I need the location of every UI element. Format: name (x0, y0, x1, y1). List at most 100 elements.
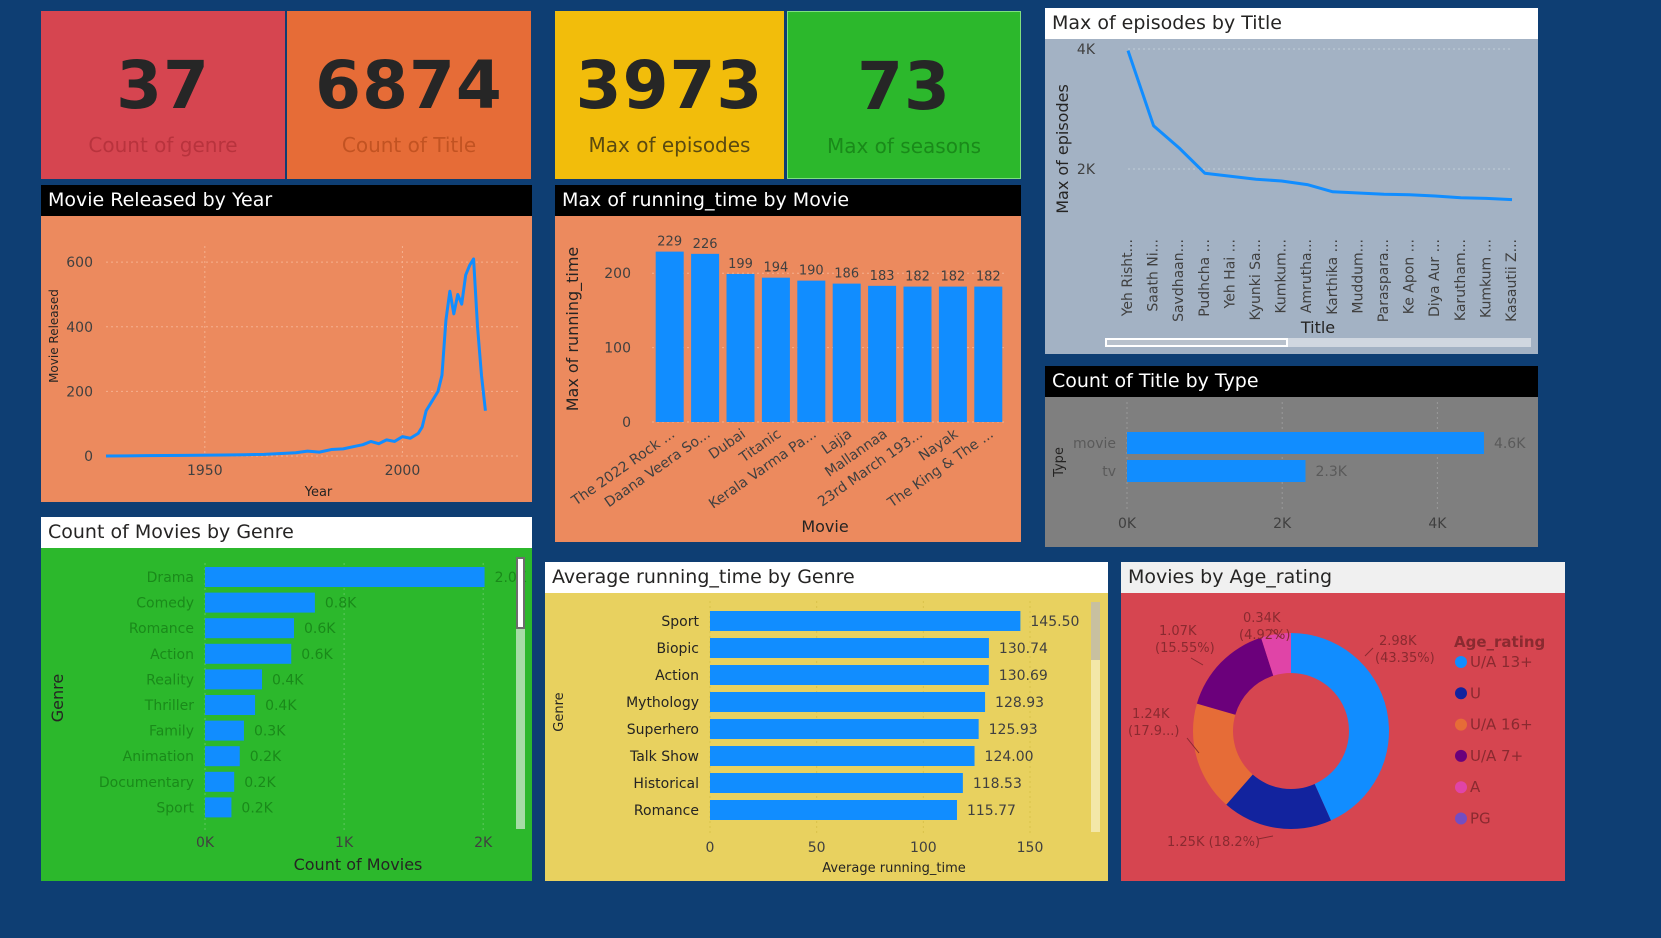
kpi-value: 6874 (315, 47, 503, 124)
x-tick-label: 1950 (187, 463, 223, 479)
card-title-by-type[interactable]: Count of Title by Type 0K 2K 4K 4.6K movie 2.… (1045, 366, 1538, 547)
data-label: 0.8K (325, 596, 357, 612)
x-tick-label: 0K (196, 835, 215, 851)
legend-item: PG (1470, 810, 1491, 828)
card-movies-by-genre[interactable]: Count of Movies by Genre 0K 1K 2K 2.0K Drama… (41, 517, 532, 881)
data-label: 194 (763, 261, 788, 276)
bar (205, 720, 244, 741)
card-running-time-by-movie[interactable]: Max of running_time by Movie 0 100 200 229 T… (555, 185, 1021, 542)
y-axis-title: Genre (552, 692, 567, 731)
leader-line (1190, 657, 1204, 666)
y-tick-label: Action (150, 647, 194, 663)
kpi-value: 37 (116, 47, 210, 124)
bar (710, 773, 963, 793)
bar-chart-title-type: 0K 2K 4K 4.6K movie 2.3K tv Type (1052, 402, 1526, 532)
kpi-value: 3973 (575, 47, 764, 124)
y-axis-title: Max of running_time (563, 247, 583, 412)
kpi-card-title[interactable]: 6874 Count of Title (287, 11, 531, 179)
data-label: 199 (728, 257, 753, 272)
bar (726, 273, 755, 422)
y-tick-label: Thriller (144, 698, 194, 714)
scrollbar-thumb[interactable] (516, 557, 525, 629)
x-tick-label: Yeh Risht... (1120, 239, 1136, 317)
data-label: 182 (940, 270, 965, 285)
kpi-label: Count of Title (341, 133, 477, 157)
bar (205, 669, 263, 690)
kpi-label: Count of genre (88, 133, 238, 157)
y-tick-label: 0 (84, 449, 93, 465)
slice-label: 0.34K (1243, 611, 1281, 626)
y-tick-label: 200 (66, 384, 93, 400)
donut-chart-age-rating: 2.98K (43.35%) 1.25K (18.2%) 1.24K (17.9...)… (1128, 611, 1545, 850)
card-avg-running-by-genre[interactable]: Average running_time by Genre 0 50 100 150 1… (545, 562, 1108, 881)
x-tick-label: 150 (1017, 840, 1044, 856)
x-tick-label: Ke Apon ... (1402, 239, 1418, 314)
bar (710, 692, 986, 712)
data-label: 182 (905, 270, 930, 285)
card-title: Count of Title by Type (1045, 366, 1538, 397)
bar (903, 286, 932, 422)
x-tick-label: 0K (1118, 516, 1137, 532)
bar (205, 618, 295, 639)
bar (710, 746, 975, 766)
slice-label: 1.25K (18.2%) (1167, 835, 1260, 850)
x-tick-label: 0 (706, 840, 715, 856)
data-label: 0.2K (250, 749, 282, 765)
y-tick-label: Romance (634, 803, 699, 819)
y-tick-label: Drama (147, 570, 194, 586)
data-label: 115.77 (967, 803, 1016, 819)
slice-label-pct: (17.9...) (1128, 724, 1180, 739)
kpi-label: Max of episodes (588, 133, 751, 157)
kpi-card-seasons[interactable]: 73 Max of seasons (787, 11, 1021, 179)
bar (710, 665, 989, 685)
line-chart-movie-year: 0 200 400 600 1950 2000 Year Movie Released (47, 246, 521, 500)
y-axis-title: Movie Released (47, 289, 61, 383)
y-tick-label: Comedy (136, 596, 194, 612)
legend-swatch (1455, 718, 1467, 731)
x-tick-label: Kyunki Sa... (1248, 239, 1264, 320)
x-tick-label: 1K (335, 835, 354, 851)
x-axis-title: Movie (801, 517, 848, 536)
data-label: 125.93 (989, 722, 1038, 738)
bar (205, 592, 315, 613)
x-tick-label: Kumkum ... (1478, 239, 1494, 318)
y-tick-label: Action (655, 668, 699, 684)
card-movie-released-by-year[interactable]: Movie Released by Year 0 200 400 600 1950 200… (41, 185, 532, 502)
bar (1127, 460, 1306, 482)
bar (205, 771, 235, 792)
scrollbar-thumb[interactable] (1105, 338, 1288, 347)
vertical-scrollbar[interactable] (1091, 602, 1100, 832)
x-tick-label: Amrutha... (1299, 239, 1315, 313)
card-age-rating[interactable]: Movies by Age_rating 2.98K (43.35%) 1.25K … (1121, 562, 1565, 881)
card-title: Movies by Age_rating (1121, 562, 1565, 593)
kpi-card-episodes[interactable]: 3973 Max of episodes (555, 11, 784, 179)
y-tick-label: 0 (622, 415, 631, 431)
data-label: 2.3K (1315, 464, 1347, 480)
x-tick-label: 100 (910, 840, 937, 856)
bar (205, 695, 256, 715)
y-tick-label: Talk Show (629, 749, 699, 765)
data-label: 4.6K (1494, 436, 1526, 452)
card-episodes-by-title[interactable]: Max of episodes by Title 2K 4K Yeh Risht..… (1045, 8, 1538, 354)
horizontal-scrollbar[interactable] (1105, 338, 1531, 347)
data-label: 226 (693, 237, 718, 252)
scrollbar-thumb[interactable] (1091, 602, 1100, 660)
x-tick-label: 2000 (385, 463, 421, 479)
series-line (105, 257, 487, 458)
data-label: 190 (799, 264, 824, 279)
legend-swatch (1455, 656, 1467, 668)
kpi-card-genre[interactable]: 37 Count of genre (41, 11, 285, 179)
data-label: 128.93 (995, 695, 1044, 711)
data-label: 183 (870, 269, 895, 284)
vertical-scrollbar[interactable] (516, 557, 525, 829)
y-tick-label: Animation (123, 749, 194, 765)
bar (655, 251, 684, 422)
y-tick-label: Family (149, 724, 194, 740)
slice-label-pct: (15.55%) (1155, 641, 1215, 656)
y-tick-label: 600 (66, 255, 93, 271)
bar-chart-movies-genre: 0K 1K 2K2.0KDrama0.8KComedy0.6KRomance0.6K… (48, 563, 527, 874)
bar (710, 800, 957, 820)
x-axis-title: Title (1300, 318, 1335, 337)
y-tick-label: Romance (129, 621, 194, 637)
data-label: 0.2K (244, 775, 276, 791)
